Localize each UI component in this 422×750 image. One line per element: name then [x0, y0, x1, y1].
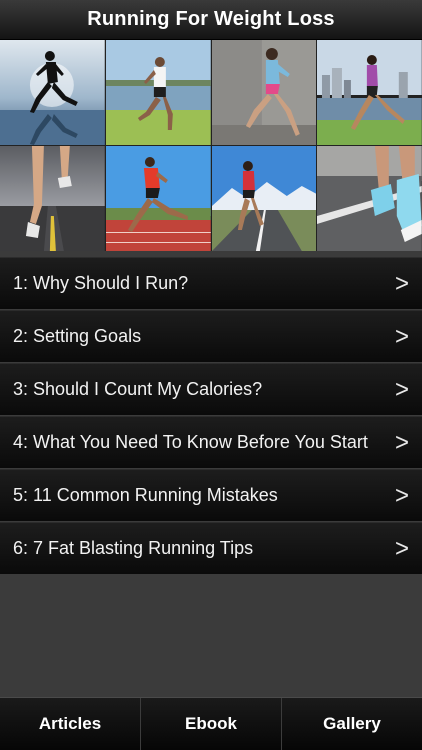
- menu-item-count-calories[interactable]: 3: Should I Count My Calories? >: [0, 363, 422, 415]
- menu-item-running-mistakes[interactable]: 5: 11 Common Running Mistakes >: [0, 469, 422, 521]
- legs-on-road-stormy-photo[interactable]: [0, 146, 105, 251]
- tab-ebook[interactable]: Ebook: [141, 698, 282, 750]
- page-title: Running For Weight Loss: [87, 8, 335, 30]
- article-menu-list: 1: Why Should I Run? > 2: Setting Goals …: [0, 257, 422, 575]
- menu-item-label: 6: 7 Fat Blasting Running Tips: [13, 538, 254, 558]
- menu-item-label: 3: Should I Count My Calories?: [13, 379, 263, 399]
- chevron-right-icon: >: [394, 480, 409, 510]
- menu-item-setting-goals[interactable]: 2: Setting Goals >: [0, 310, 422, 362]
- menu-item-why-should-i-run[interactable]: 1: Why Should I Run? >: [0, 257, 422, 309]
- menu-item-running-tips[interactable]: 6: 7 Fat Blasting Running Tips >: [0, 522, 422, 574]
- menu-item-label: 4: What You Need To Know Before You Star…: [13, 432, 368, 452]
- navigation-bar: Running For Weight Loss: [0, 0, 422, 40]
- app-screen: Running For Weight Loss 1: Why Should I …: [0, 0, 422, 750]
- photo-gallery-grid: [0, 40, 422, 251]
- runner-red-shirt-track-photo[interactable]: [105, 146, 211, 251]
- chevron-right-icon: >: [394, 427, 409, 457]
- runner-by-wall-photo[interactable]: [211, 40, 317, 145]
- menu-item-label: 2: Setting Goals: [13, 326, 142, 346]
- chevron-right-icon: >: [394, 268, 409, 298]
- menu-item-label: 1: Why Should I Run?: [13, 273, 189, 293]
- runner-by-lake-photo[interactable]: [105, 40, 211, 145]
- runner-silhouette-sunset-photo[interactable]: [0, 40, 105, 145]
- runner-city-waterfront-photo[interactable]: [317, 40, 422, 145]
- tab-articles[interactable]: Articles: [0, 698, 141, 750]
- runner-mountain-road-photo[interactable]: [211, 146, 317, 251]
- chevron-right-icon: >: [394, 374, 409, 404]
- menu-item-before-you-start[interactable]: 4: What You Need To Know Before You Star…: [0, 416, 422, 468]
- chevron-right-icon: >: [394, 321, 409, 351]
- tab-gallery[interactable]: Gallery: [282, 698, 422, 750]
- chevron-right-icon: >: [394, 533, 409, 563]
- running-shoes-closeup-photo[interactable]: [317, 146, 422, 251]
- tab-bar: Articles Ebook Gallery: [0, 697, 422, 750]
- menu-item-label: 5: 11 Common Running Mistakes: [13, 485, 278, 505]
